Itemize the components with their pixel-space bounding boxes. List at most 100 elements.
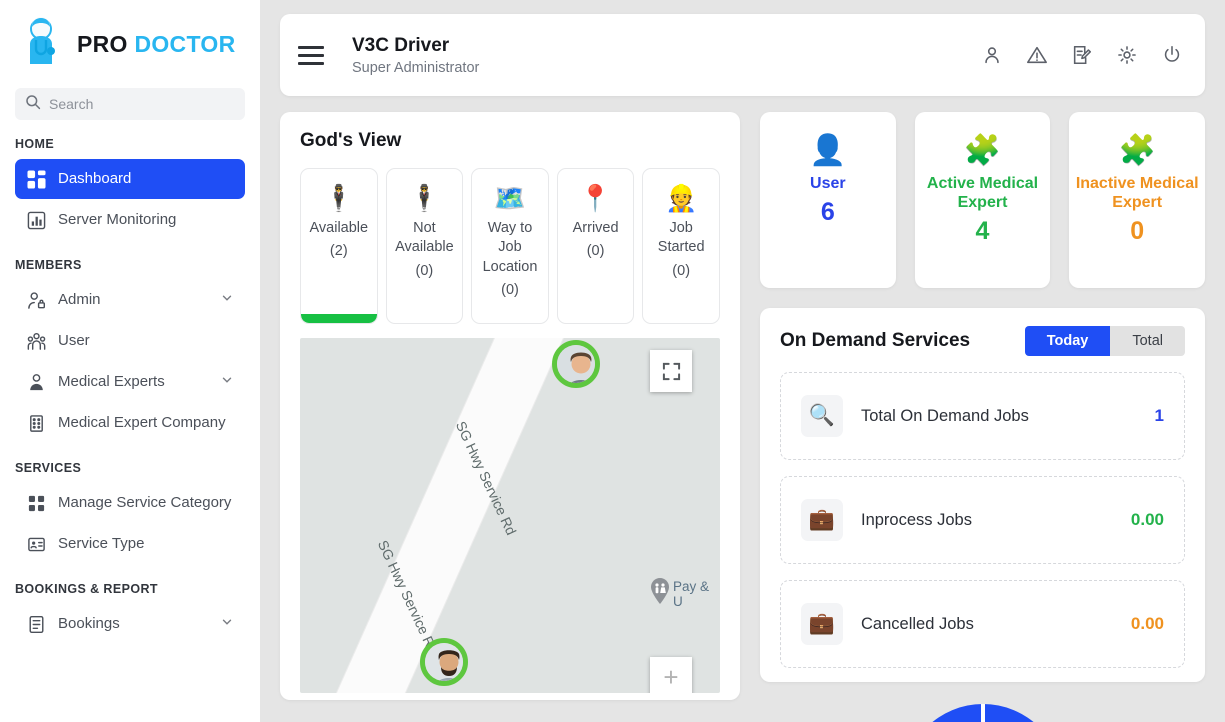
- status-card-count: (0): [672, 262, 691, 279]
- on-demand-title: On Demand Services: [780, 330, 971, 351]
- search-input[interactable]: [49, 96, 235, 112]
- sidebar-item-server-monitoring[interactable]: Server Monitoring: [15, 200, 245, 240]
- brand-doctor: DOCTOR: [134, 30, 236, 57]
- gear-icon[interactable]: [1116, 44, 1138, 66]
- building-icon: [26, 413, 46, 433]
- job-row-value: 1: [1154, 406, 1164, 425]
- hamburger-menu-icon[interactable]: [298, 45, 324, 65]
- gods-view-panel: God's View 🕴️ Available (2) 🕴️ Not Available…: [280, 112, 740, 700]
- sidebar-item-service-type[interactable]: Service Type: [15, 524, 245, 564]
- job-row-value: 0.00: [1130, 510, 1164, 529]
- job-row-label: Inprocess Jobs: [861, 510, 972, 529]
- toggle-total[interactable]: Total: [1110, 326, 1185, 356]
- sidebar-item-user[interactable]: User: [15, 321, 245, 361]
- chevron-down-icon[interactable]: [220, 615, 234, 633]
- main-area: V3C Driver Super Administrator God's Vie…: [260, 0, 1225, 722]
- sidebar-item-manage-service-category[interactable]: Manage Service Category: [15, 483, 245, 523]
- route-icon: 🗺️: [493, 183, 527, 213]
- job-row-cancelled-jobs[interactable]: 💼 Cancelled Jobs 0.00: [780, 580, 1185, 668]
- status-card-available[interactable]: 🕴️ Available (2): [300, 168, 378, 324]
- search-box[interactable]: [15, 88, 245, 120]
- sidebar-item-label: Admin: [58, 291, 101, 309]
- gods-view-column: God's View 🕴️ Available (2) 🕴️ Not Available…: [280, 112, 740, 722]
- map-poi[interactable]: Pay & U: [650, 578, 720, 609]
- pie-chart[interactable]: [902, 704, 1063, 722]
- edit-document-icon[interactable]: [1071, 44, 1093, 66]
- puzzle-hand-icon: 🧩: [1118, 134, 1156, 167]
- status-card-label: Job Started: [657, 220, 705, 256]
- warning-triangle-icon[interactable]: [1026, 44, 1048, 66]
- job-row-total-on-demand-jobs[interactable]: 🔍 Total On Demand Jobs 1: [780, 372, 1185, 460]
- worker-gear-icon: 👷: [664, 183, 698, 213]
- job-row-value: 0.00: [1130, 614, 1164, 633]
- status-card-job-started[interactable]: 👷 Job Started (0): [642, 168, 720, 324]
- status-card-way-to-job-location[interactable]: 🗺️ Way to Job Location (0): [471, 168, 549, 324]
- fullscreen-icon[interactable]: [650, 350, 692, 392]
- status-card-label: Way to Job Location: [482, 220, 538, 275]
- stat-card-value: 0: [1130, 217, 1145, 246]
- list-doc-icon: [26, 614, 46, 634]
- status-card-count: (2): [329, 243, 348, 260]
- person-suit-icon: 🕴️: [322, 183, 355, 213]
- map-pin-flag-icon: 📍: [579, 183, 612, 213]
- status-card-label: Arrived: [572, 220, 619, 236]
- restroom-pin-icon: [650, 578, 670, 609]
- power-icon[interactable]: [1161, 44, 1183, 66]
- magnifier-job-icon: 🔍: [801, 395, 843, 437]
- sidebar-item-medical-experts[interactable]: Medical Experts: [15, 362, 245, 402]
- app-root: PRO DOCTOR HOME Dashboard Server Monitorin…: [0, 0, 1225, 722]
- sidebar-item-label: User: [58, 332, 90, 350]
- stat-card-value: 4: [975, 217, 990, 246]
- job-row-label: Total On Demand Jobs: [861, 406, 1029, 425]
- topbar-icon-group: [981, 44, 1183, 66]
- sidebar-item-dashboard[interactable]: Dashboard: [15, 159, 245, 199]
- sidebar-item-medical-expert-company[interactable]: Medical Expert Company: [15, 403, 245, 443]
- period-toggle[interactable]: Today Total: [1024, 326, 1185, 356]
- job-row-label: Cancelled Jobs: [861, 614, 974, 633]
- dashboard-content: God's View 🕴️ Available (2) 🕴️ Not Available…: [280, 112, 1206, 722]
- job-row-list: 🔍 Total On Demand Jobs 1 💼 Inprocess Jobs 0.0…: [780, 372, 1185, 668]
- brand-logo[interactable]: PRO DOCTOR: [0, 0, 260, 82]
- driver-marker-2[interactable]: [420, 638, 468, 693]
- grid-icon: [26, 169, 46, 189]
- page-title: V3C Driver: [352, 35, 450, 57]
- zoom-in-button[interactable]: +: [650, 657, 692, 693]
- pie-chart-preview: [760, 704, 1205, 722]
- status-card-not-available[interactable]: 🕴️ Not Available (0): [385, 168, 464, 324]
- sidebar-item-label: Bookings: [58, 615, 120, 633]
- topbar-titles: V3C Driver Super Administrator: [352, 34, 479, 76]
- stat-card-active-medical-expert[interactable]: 🧩 Active Medical Expert 4: [914, 112, 1051, 288]
- sidebar-item-bookings[interactable]: Bookings: [15, 604, 245, 644]
- status-card-arrived[interactable]: 📍 Arrived (0): [556, 168, 635, 324]
- avatar: [425, 643, 463, 681]
- chevron-down-icon[interactable]: [220, 373, 234, 391]
- nav-group-title: BOOKINGS & REPORT: [15, 582, 158, 596]
- stat-card-row: 👤 User 6 🧩 Active Medical Expert 4 🧩 Inactive M…: [760, 112, 1206, 288]
- briefcase-cancel-icon: 💼: [801, 603, 843, 645]
- status-card-count: (0): [501, 281, 519, 298]
- job-row-inprocess-jobs[interactable]: 💼 Inprocess Jobs 0.00: [780, 476, 1185, 564]
- doctor-logo-icon: [14, 16, 68, 72]
- map-view[interactable]: SG Hwy Service Rd SG Hwy Service Rd Pay …: [300, 338, 720, 693]
- sidebar-item-label: Service Type: [58, 535, 145, 553]
- sidebar-item-admin[interactable]: Admin: [15, 280, 245, 320]
- sidebar-item-label: Dashboard: [58, 170, 132, 188]
- status-card-label: Not Available: [395, 220, 454, 256]
- driver-marker-1[interactable]: [552, 340, 600, 396]
- status-card-count: (0): [586, 243, 605, 260]
- sidebar-item-label: Server Monitoring: [58, 211, 177, 229]
- user-icon[interactable]: [981, 44, 1003, 66]
- status-selected-bar: [301, 314, 377, 323]
- status-card-row: 🕴️ Available (2) 🕴️ Not Available (0) 🗺️ Way to…: [300, 168, 720, 324]
- map-zoom-controls[interactable]: +: [650, 657, 692, 693]
- nav-group-title: SERVICES: [15, 461, 82, 475]
- person-gear-icon: 🕴️: [408, 183, 441, 213]
- stat-card-user[interactable]: 👤 User 6: [760, 112, 896, 288]
- page-subtitle: Super Administrator: [352, 59, 480, 76]
- stat-card-label: User: [810, 175, 846, 192]
- toggle-today[interactable]: Today: [1024, 326, 1111, 356]
- user-tie-icon: [26, 372, 46, 392]
- chevron-down-icon[interactable]: [220, 291, 234, 309]
- stat-card-inactive-medical-expert[interactable]: 🧩 Inactive Medical Expert 0: [1069, 112, 1206, 288]
- right-column: 👤 User 6 🧩 Active Medical Expert 4 🧩 Inactive M…: [760, 112, 1206, 722]
